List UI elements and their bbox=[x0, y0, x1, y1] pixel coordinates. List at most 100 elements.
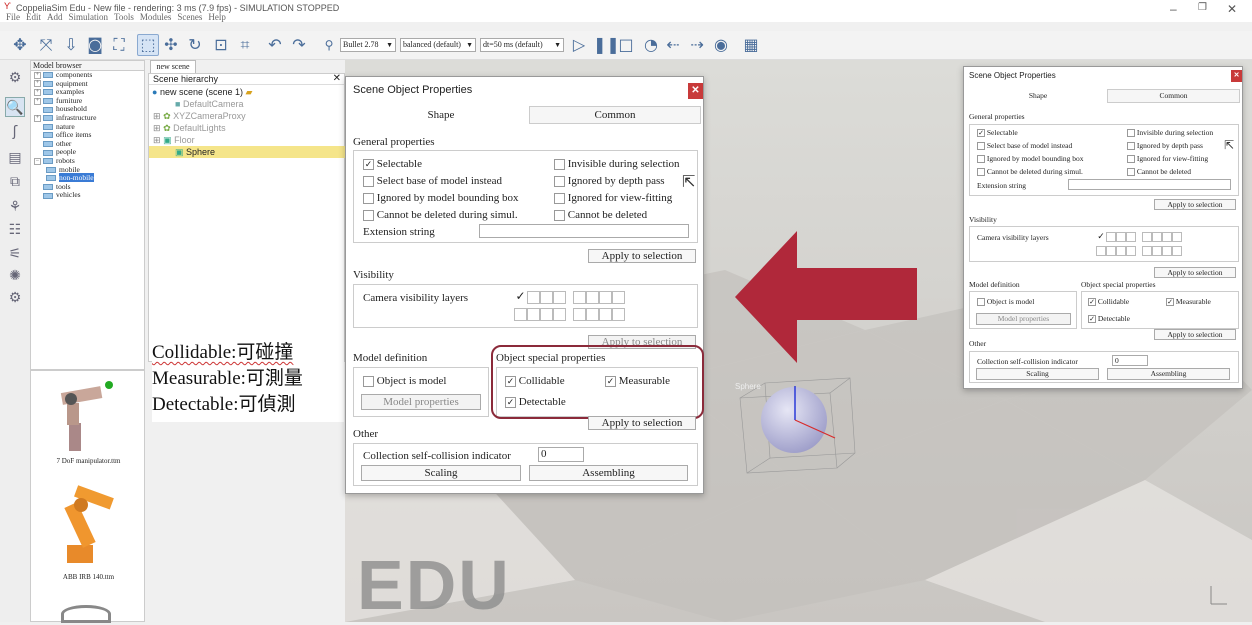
tab-shape[interactable]: Shape bbox=[353, 106, 529, 124]
apply-button[interactable]: Apply to selection bbox=[1154, 199, 1236, 210]
layer-checkbox[interactable] bbox=[540, 308, 553, 321]
slower-icon[interactable]: ⇠ bbox=[662, 34, 684, 56]
layer-checkbox[interactable] bbox=[573, 291, 586, 304]
layer-checkbox[interactable] bbox=[1126, 246, 1136, 256]
cannot-delete-sim-checkbox[interactable]: Cannot be deleted during simul. bbox=[977, 167, 1083, 177]
layer-checkbox[interactable] bbox=[1162, 246, 1172, 256]
layer-checkbox[interactable] bbox=[599, 308, 612, 321]
physics-engine-select[interactable]: Bullet 2.78 ▼ bbox=[340, 38, 396, 52]
hierarchy-item[interactable]: ⊞ ✿ DefaultLights bbox=[153, 122, 226, 134]
transfer-dna-icon[interactable]: ⌗ bbox=[234, 34, 256, 56]
scaling-button[interactable]: Scaling bbox=[976, 368, 1099, 380]
layer-checkbox[interactable] bbox=[612, 308, 625, 321]
maximize-icon[interactable]: ❐ bbox=[1198, 2, 1207, 13]
tree-item[interactable]: + equipment bbox=[31, 79, 144, 89]
menu-item[interactable]: Tools bbox=[114, 12, 134, 22]
tree-item[interactable]: other bbox=[31, 139, 144, 149]
tree-item[interactable]: + examples bbox=[31, 87, 144, 97]
assemble-icon[interactable]: ⊡ bbox=[210, 34, 232, 56]
cannot-delete-checkbox[interactable]: Cannot be deleted bbox=[554, 209, 647, 221]
camera-rotate-icon[interactable]: ⤧ bbox=[35, 34, 57, 56]
invisible-selection-checkbox[interactable]: Invisible during selection bbox=[554, 158, 680, 170]
select-base-checkbox[interactable]: Select base of model instead bbox=[977, 141, 1072, 151]
layer-checkbox[interactable] bbox=[1162, 232, 1172, 242]
assembling-button[interactable]: Assembling bbox=[1107, 368, 1230, 380]
scene-hierarchy-icon[interactable]: ▤ bbox=[5, 148, 25, 168]
tree-item[interactable]: tools bbox=[31, 182, 144, 192]
apply-button[interactable]: Apply to selection bbox=[588, 249, 696, 263]
tree-item[interactable]: vehicles bbox=[31, 191, 144, 200]
layer-checkbox[interactable] bbox=[527, 291, 540, 304]
layer-checkbox[interactable]: ✓ bbox=[1096, 232, 1106, 242]
tab-new-scene[interactable]: new scene bbox=[150, 60, 196, 73]
expand-icon[interactable]: + bbox=[34, 88, 41, 96]
collidable-checkbox[interactable]: ✓ Collidable bbox=[1088, 297, 1129, 307]
expand-icon[interactable]: + bbox=[34, 80, 41, 88]
expand-icon[interactable]: − bbox=[34, 157, 41, 165]
layer-checkbox[interactable] bbox=[527, 308, 540, 321]
hierarchy-item[interactable]: ■ DefaultCamera bbox=[175, 98, 243, 110]
close-icon[interactable]: ✕ bbox=[333, 73, 341, 84]
undo-icon[interactable]: ↶ bbox=[264, 34, 286, 56]
cannot-delete-sim-checkbox[interactable]: Cannot be deleted during simul. bbox=[363, 209, 518, 221]
click-select-icon[interactable]: ⬚ bbox=[137, 34, 159, 56]
menu-item[interactable]: Help bbox=[208, 12, 226, 22]
hierarchy-item[interactable]: ⊞ ✿ XYZCameraProxy bbox=[153, 110, 246, 122]
collection-input[interactable]: 0 bbox=[1112, 355, 1148, 366]
tree-item[interactable]: + infrastructure bbox=[31, 113, 144, 123]
extension-input[interactable] bbox=[1068, 179, 1231, 190]
layer-checkbox[interactable] bbox=[573, 308, 586, 321]
selection-icon[interactable]: ⚟ bbox=[5, 244, 25, 264]
stop-icon[interactable]: □ bbox=[615, 34, 637, 56]
expand-icon[interactable]: + bbox=[34, 114, 41, 122]
pause-icon[interactable]: ❚❚ bbox=[592, 34, 620, 56]
minimize-icon[interactable]: – bbox=[1170, 2, 1177, 16]
layer-checkbox[interactable] bbox=[1126, 232, 1136, 242]
collections-icon[interactable]: ☷ bbox=[5, 220, 25, 240]
realtime-icon[interactable]: ◔ bbox=[640, 34, 662, 56]
menu-item[interactable]: Scenes bbox=[177, 12, 202, 22]
close-icon[interactable]: ✕ bbox=[688, 83, 703, 99]
expand-icon[interactable]: + bbox=[34, 71, 41, 79]
ignored-bbox-checkbox[interactable]: Ignored by model bounding box bbox=[977, 154, 1084, 164]
play-icon[interactable]: ▷ bbox=[568, 34, 590, 56]
apply-button[interactable]: Apply to selection bbox=[588, 416, 696, 430]
layer-checkbox[interactable] bbox=[586, 308, 599, 321]
assembling-button[interactable]: Assembling bbox=[529, 465, 688, 481]
object-shift-icon[interactable]: ✣ bbox=[160, 34, 182, 56]
expand-icon[interactable]: + bbox=[34, 97, 41, 105]
layer-checkbox[interactable] bbox=[1116, 246, 1126, 256]
tree-item[interactable]: non-mobile bbox=[31, 173, 144, 183]
ignored-depth-checkbox[interactable]: Ignored by depth pass bbox=[554, 175, 665, 187]
settings-icon[interactable]: ⚙ bbox=[5, 68, 25, 88]
scripts-icon[interactable]: ʃ bbox=[5, 122, 25, 142]
camera-shift-icon[interactable]: ⇩ bbox=[60, 34, 82, 56]
layer-checkbox[interactable] bbox=[586, 291, 599, 304]
layer-checkbox[interactable] bbox=[1152, 232, 1162, 242]
extension-input[interactable] bbox=[479, 224, 689, 238]
menu-item[interactable]: Edit bbox=[26, 12, 41, 22]
layer-checkbox[interactable] bbox=[1142, 232, 1152, 242]
layer-checkbox[interactable] bbox=[1106, 232, 1116, 242]
calculation-modules-icon[interactable]: ⚘ bbox=[5, 197, 25, 217]
layer-checkbox[interactable] bbox=[514, 308, 527, 321]
visualization-icon[interactable]: ◉ bbox=[710, 34, 732, 56]
invisible-selection-checkbox[interactable]: Invisible during selection bbox=[1127, 128, 1213, 138]
object-is-model-checkbox[interactable]: Object is model bbox=[363, 375, 446, 387]
layer-checkbox[interactable] bbox=[553, 291, 566, 304]
redo-icon[interactable]: ↷ bbox=[288, 34, 310, 56]
object-properties-icon[interactable]: ⧉ bbox=[5, 172, 25, 192]
faster-icon[interactable]: ⇢ bbox=[686, 34, 708, 56]
selectable-checkbox[interactable]: ✓ Selectable bbox=[363, 158, 422, 170]
layer-checkbox[interactable] bbox=[599, 291, 612, 304]
layer-checkbox[interactable] bbox=[612, 291, 625, 304]
robot-abb-thumbnail[interactable] bbox=[43, 483, 123, 567]
expand-icon[interactable]: ⊞ bbox=[153, 123, 161, 133]
scaling-button[interactable]: Scaling bbox=[361, 465, 521, 481]
model-properties-button[interactable]: Model properties bbox=[361, 394, 481, 410]
page-selector-icon[interactable]: ▦ bbox=[740, 34, 762, 56]
sphere-object[interactable] bbox=[761, 387, 827, 453]
hierarchy-item[interactable]: ⊞ ▣ Floor bbox=[153, 134, 195, 146]
tab-common[interactable]: Common bbox=[1107, 89, 1240, 103]
layer-checkbox[interactable] bbox=[1116, 232, 1126, 242]
